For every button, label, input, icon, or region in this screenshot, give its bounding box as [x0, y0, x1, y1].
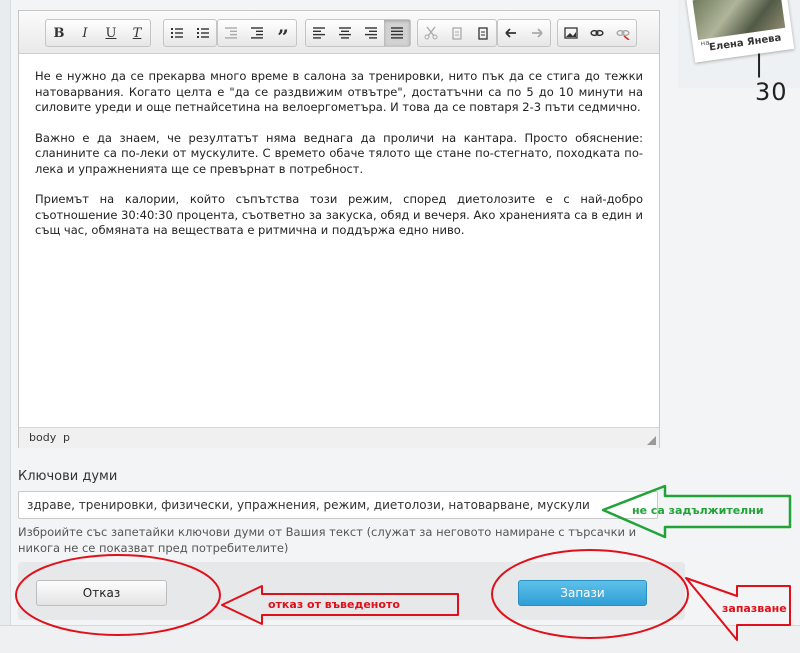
paste-button[interactable] — [470, 20, 496, 46]
cancel-annotation-label: отказ от въведеното — [268, 598, 400, 611]
element-path-body[interactable]: body — [29, 431, 56, 444]
copy-button[interactable] — [444, 20, 470, 46]
image-icon — [564, 27, 578, 39]
paste-icon — [478, 27, 488, 40]
toolbar-group-5 — [417, 19, 497, 47]
blockquote-icon: ” — [277, 25, 289, 49]
partial-number-value: 30 — [755, 78, 788, 106]
editor-paragraph[interactable]: Не е нужно да се прекарва много време в … — [35, 69, 643, 116]
align-justify-button[interactable] — [384, 20, 410, 46]
keywords-input[interactable] — [18, 491, 658, 519]
bottom-strip — [0, 625, 800, 653]
resize-grip-icon[interactable] — [647, 436, 656, 445]
align-center-button[interactable] — [332, 20, 358, 46]
undo-icon — [505, 28, 516, 38]
cancel-button[interactable]: Отказ — [36, 580, 167, 606]
editor-status-bar: body p — [19, 427, 659, 448]
editor-paragraph[interactable]: Приемът на калории, който съпътства този… — [35, 192, 643, 239]
editor-content-area[interactable]: Не е нужно да се прекарва много време в … — [35, 69, 643, 254]
toolbar-group-6 — [497, 19, 551, 47]
remove-format-icon: T — [132, 25, 142, 41]
align-right-button[interactable] — [358, 20, 384, 46]
editor-paragraph[interactable]: Важно е да знаем, че резултатът няма вед… — [35, 131, 643, 178]
cut-icon — [424, 26, 438, 40]
italic-button[interactable]: I — [72, 20, 98, 46]
left-sidebar-edge — [0, 0, 11, 625]
keywords-help-text: Изброийте със запетайки ключови думи от … — [18, 525, 637, 555]
toolbar-group-7 — [557, 19, 637, 47]
outdent-button[interactable] — [218, 20, 244, 46]
partial-number: | 30 — [755, 50, 788, 106]
bold-button[interactable]: B — [46, 20, 72, 46]
numbered-list-icon — [171, 28, 183, 38]
unlink-button[interactable] — [610, 20, 636, 46]
align-justify-icon — [391, 27, 403, 39]
bulleted-list-icon — [197, 28, 209, 38]
link-button[interactable] — [584, 20, 610, 46]
bulleted-list-button[interactable] — [190, 20, 216, 46]
toolbar-group-3: ” — [217, 19, 297, 49]
cut-button[interactable] — [418, 20, 444, 46]
align-center-icon — [339, 27, 351, 39]
unlink-icon — [616, 29, 630, 40]
remove-format-button[interactable]: T — [124, 20, 150, 46]
keywords-label: Ключови думи — [18, 469, 118, 484]
indent-button[interactable] — [244, 20, 270, 46]
editor-toolbar: B I U T ” — [19, 11, 659, 54]
undo-button[interactable] — [498, 20, 524, 46]
redo-icon — [532, 28, 543, 38]
align-right-icon — [365, 27, 377, 39]
italic-icon: I — [82, 25, 88, 41]
blockquote-button[interactable]: ” — [270, 20, 296, 49]
element-path-p[interactable]: p — [63, 431, 70, 444]
toolbar-group-4 — [305, 19, 411, 47]
save-annotation-label: запазване — [722, 602, 787, 615]
toolbar-group-2 — [163, 19, 217, 47]
copy-icon — [452, 27, 462, 40]
optional-annotation-label: не са задължителни — [632, 504, 764, 517]
align-left-icon — [313, 27, 325, 39]
underline-button[interactable]: U — [98, 20, 124, 46]
underline-icon: U — [105, 25, 117, 41]
rich-text-editor: B I U T ” Не е нужно да се прекарва много вр… — [18, 10, 660, 448]
align-left-button[interactable] — [306, 20, 332, 46]
bold-icon: B — [53, 25, 65, 41]
save-button[interactable]: Запази — [518, 580, 647, 606]
image-button[interactable] — [558, 20, 584, 46]
toolbar-group-1: B I UT — [45, 19, 151, 47]
numbered-list-button[interactable] — [164, 20, 190, 46]
link-icon — [590, 29, 604, 37]
indent-icon — [251, 27, 263, 39]
outdent-icon — [225, 27, 237, 39]
redo-button[interactable] — [524, 20, 550, 46]
